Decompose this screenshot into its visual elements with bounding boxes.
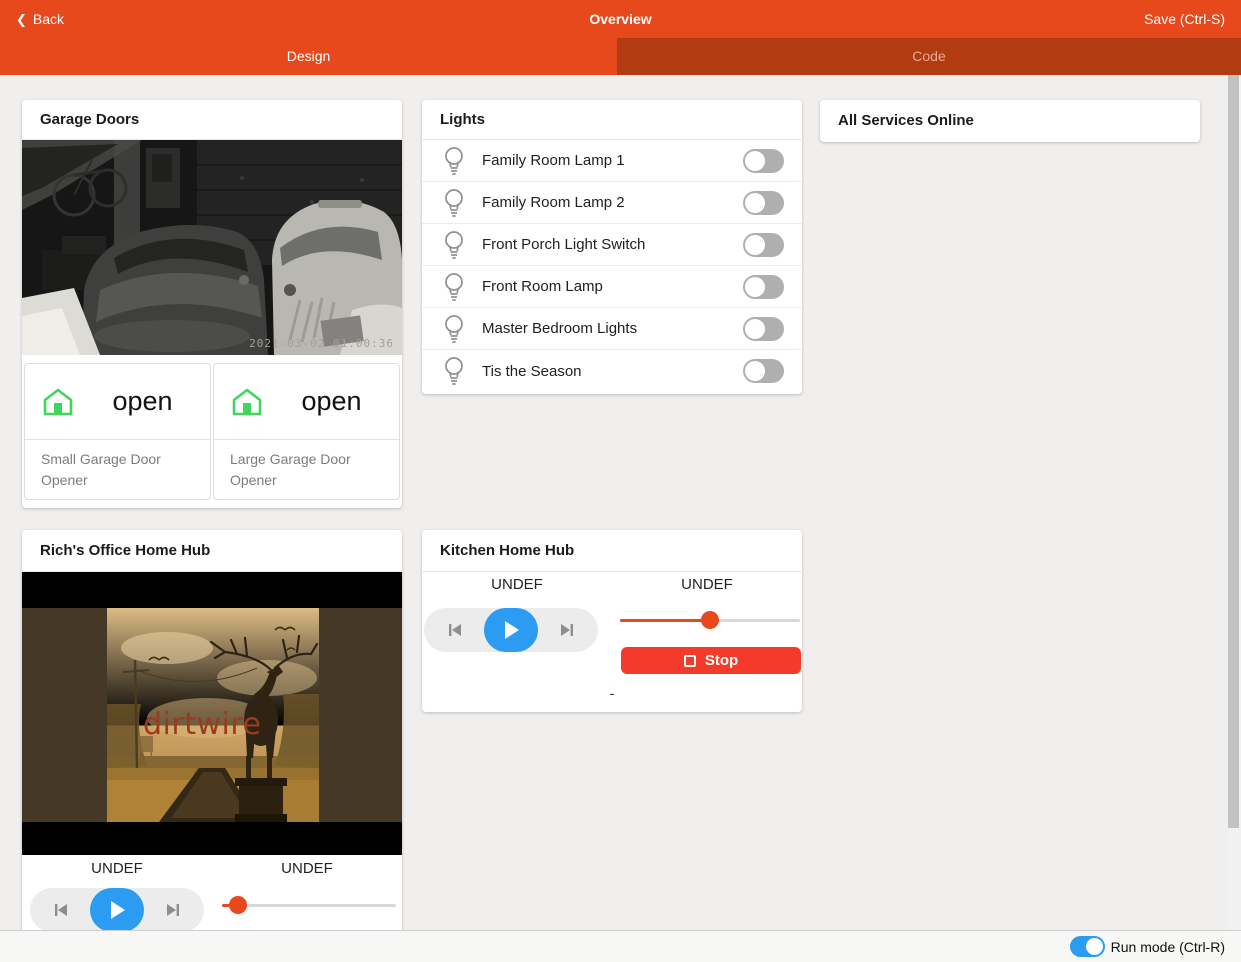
skip-next-icon: [558, 621, 576, 639]
camera-timestamp: 2021-03-02 01:00:36: [249, 337, 394, 350]
light-bulb-icon: [443, 314, 465, 344]
stop-button[interactable]: Stop: [621, 647, 801, 674]
play-button[interactable]: [484, 608, 538, 652]
light-row: Front Porch Light Switch: [422, 224, 802, 266]
scrollbar-thumb[interactable]: [1228, 75, 1239, 828]
office-status-row: UNDEF UNDEF: [22, 860, 402, 877]
garage-house-icon: [41, 386, 75, 418]
garage-door-state: open: [264, 386, 399, 417]
light-bulb-icon: [443, 230, 465, 260]
kitchen-status-right: UNDEF: [612, 576, 802, 593]
tab-code[interactable]: Code: [617, 38, 1241, 75]
light-toggle[interactable]: [743, 233, 784, 257]
office-status-right: UNDEF: [212, 860, 402, 877]
skip-next-icon: [164, 901, 182, 919]
run-mode-toggle[interactable]: [1070, 936, 1105, 957]
garage-doors-title: Garage Doors: [22, 100, 402, 140]
garage-door-state: open: [75, 386, 210, 417]
light-toggle[interactable]: [743, 359, 784, 383]
light-toggle[interactable]: [743, 275, 784, 299]
album-art-backdrop: dirtwire: [22, 608, 402, 822]
light-bulb-icon: [443, 188, 465, 218]
office-media-controls: [30, 888, 204, 932]
skip-previous-icon: [446, 621, 464, 639]
kitchen-status-row: UNDEF UNDEF: [422, 576, 802, 593]
light-row: Family Room Lamp 1: [422, 140, 802, 182]
light-row: Master Bedroom Lights: [422, 308, 802, 350]
play-icon: [109, 901, 125, 919]
stop-label: Stop: [705, 652, 738, 669]
garage-doors-card: Garage Doors: [22, 100, 402, 508]
run-mode-label: Run mode (Ctrl-R): [1111, 939, 1225, 955]
stop-square-icon: [684, 655, 696, 667]
previous-track-button[interactable]: [52, 901, 70, 919]
light-toggle[interactable]: [743, 317, 784, 341]
album-art: dirtwire: [107, 608, 319, 822]
light-bulb-icon: [443, 146, 465, 176]
light-row: Family Room Lamp 2: [422, 182, 802, 224]
kitchen-hub-card: Kitchen Home Hub UNDEF UNDEF Stop -: [422, 530, 802, 712]
light-label: Front Porch Light Switch: [482, 236, 645, 253]
skip-previous-icon: [52, 901, 70, 919]
album-title-text: dirtwire: [143, 707, 261, 742]
tab-bar: Design Code: [0, 38, 1241, 75]
services-status-title: All Services Online: [820, 100, 1200, 142]
office-media-artwork: dirtwire: [22, 572, 402, 855]
previous-track-button[interactable]: [446, 621, 464, 639]
garage-house-icon: [230, 386, 264, 418]
kitchen-status-left: UNDEF: [422, 576, 612, 593]
slider-knob[interactable]: [701, 611, 719, 629]
garage-opener-label: Small Garage Door Opener: [25, 440, 210, 500]
small-garage-door-opener-tile[interactable]: open Small Garage Door Opener: [24, 363, 211, 500]
light-label: Front Room Lamp: [482, 278, 603, 295]
lights-list: Family Room Lamp 1 Family Room Lamp 2 Fr…: [422, 140, 802, 392]
light-row: Front Room Lamp: [422, 266, 802, 308]
garage-camera-image: [22, 140, 402, 355]
office-status-left: UNDEF: [22, 860, 212, 877]
light-toggle[interactable]: [743, 191, 784, 215]
kitchen-hub-title: Kitchen Home Hub: [422, 530, 802, 572]
light-bulb-icon: [443, 272, 465, 302]
top-app-bar: ❮Back Overview Save (Ctrl-S): [0, 0, 1241, 38]
light-bulb-icon: [443, 356, 465, 386]
garage-opener-label: Large Garage Door Opener: [214, 440, 399, 500]
tab-design[interactable]: Design: [0, 38, 617, 75]
bottom-status-bar: Run mode (Ctrl-R): [0, 930, 1241, 962]
light-label: Family Room Lamp 2: [482, 194, 625, 211]
office-hub-title: Rich's Office Home Hub: [22, 530, 402, 572]
large-garage-door-opener-tile[interactable]: open Large Garage Door Opener: [213, 363, 400, 500]
kitchen-now-playing: -: [422, 685, 802, 701]
light-label: Master Bedroom Lights: [482, 320, 637, 337]
page-title: Overview: [0, 0, 1241, 38]
kitchen-volume-slider[interactable]: [620, 611, 800, 629]
office-volume-slider[interactable]: [222, 896, 396, 914]
play-icon: [503, 621, 519, 639]
vertical-scrollbar[interactable]: [1227, 75, 1241, 930]
garage-openers-row: open Small Garage Door Opener open Large…: [24, 363, 400, 500]
light-label: Family Room Lamp 1: [482, 152, 625, 169]
next-track-button[interactable]: [558, 621, 576, 639]
lights-card: Lights Family Room Lamp 1 Family Room La…: [422, 100, 802, 394]
light-toggle[interactable]: [743, 149, 784, 173]
next-track-button[interactable]: [164, 901, 182, 919]
office-hub-card: Rich's Office Home Hub: [22, 530, 402, 935]
save-button[interactable]: Save (Ctrl-S): [1144, 0, 1225, 38]
light-label: Tis the Season: [482, 363, 582, 380]
slider-knob[interactable]: [229, 896, 247, 914]
light-row: Tis the Season: [422, 350, 802, 392]
play-button[interactable]: [90, 888, 144, 932]
garage-camera-feed[interactable]: 2021-03-02 01:00:36: [22, 140, 402, 355]
lights-title: Lights: [422, 100, 802, 140]
kitchen-media-controls: [424, 608, 598, 652]
services-status-card: All Services Online: [820, 100, 1200, 142]
